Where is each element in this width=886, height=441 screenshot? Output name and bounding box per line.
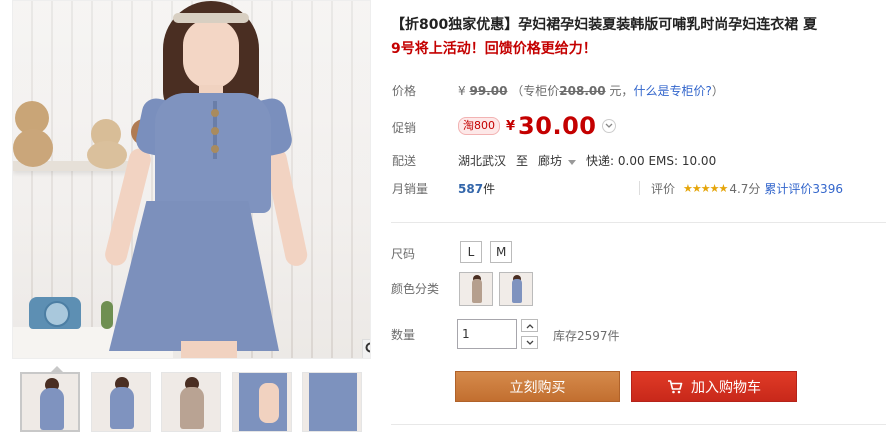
thumb-model-dress [110, 387, 134, 429]
dress-button [211, 127, 219, 135]
teddy-bear-body [87, 141, 127, 169]
thumb-model-dress [180, 387, 204, 429]
model-headband [173, 13, 249, 23]
price-label: 价格 [392, 84, 417, 98]
cart-icon [668, 379, 683, 393]
product-subtitle: 9号将上活动！回馈价格更给力！ [391, 41, 597, 57]
promo-currency: ¥ [506, 118, 516, 134]
shipping-fee: 快递: 0.00 EMS: 10.00 [586, 154, 717, 168]
thumbnail-strip [12, 366, 372, 436]
teddy-bear-body [13, 129, 53, 167]
buy-now-label: 立刻购买 [509, 379, 566, 396]
main-product-image[interactable] [12, 0, 371, 359]
quantity-decrease-button[interactable] [521, 336, 538, 349]
chevron-up-icon [526, 323, 533, 328]
ship-from: 湖北武汉 [458, 154, 507, 168]
quantity-input[interactable] [457, 319, 517, 349]
review-label: 评价 [651, 182, 676, 196]
counter-price: 208.00 [559, 84, 606, 98]
divider-vertical [639, 181, 640, 195]
size-option-l[interactable]: L [460, 241, 482, 263]
potted-plant [101, 301, 113, 329]
model-face [183, 19, 239, 89]
dress-button [211, 145, 219, 153]
ship-destination-select[interactable]: 廊坊 [538, 152, 577, 169]
review-summary: 评价 ★★★★★ 4.7分 累计评价3396 [651, 180, 843, 197]
chevron-down-icon [526, 340, 533, 345]
telephone-dial [44, 301, 70, 327]
color-label: 颜色分类 [391, 282, 440, 296]
quantity-increase-button[interactable] [521, 319, 538, 332]
sales-unit: 件 [483, 182, 496, 196]
monthly-sales: 587件 [458, 180, 495, 197]
section-divider [391, 424, 886, 425]
size-label: 尺码 [391, 247, 416, 261]
buy-now-button[interactable]: 立刻购买 [455, 371, 620, 402]
total-reviews-link[interactable]: 累计评价3396 [764, 180, 843, 197]
sales-count: 587 [458, 182, 484, 196]
chevron-down-icon [606, 123, 613, 128]
zoom-button[interactable] [362, 339, 370, 358]
sales-label: 月销量 [392, 182, 429, 196]
size-option-m[interactable]: M [490, 241, 513, 263]
ship-to-word: 至 [516, 154, 529, 168]
star-rating-icon: ★★★★★ [683, 182, 728, 195]
thumbnail-2[interactable] [91, 372, 151, 432]
thumbnail-3[interactable] [161, 372, 221, 432]
swatch-dress [472, 279, 482, 303]
thumb-dress-closeup [309, 373, 357, 431]
swatch-dress [512, 279, 522, 303]
thumbnail-5[interactable] [302, 372, 362, 432]
add-to-cart-label: 加入购物车 [691, 379, 761, 396]
color-option-blue[interactable] [499, 272, 533, 306]
model-legs [181, 341, 237, 358]
add-to-cart-button[interactable]: 加入购物车 [631, 371, 797, 402]
stock-count: 库存2597件 [553, 329, 620, 343]
counter-price-help-link[interactable]: 什么是专柜价? [633, 84, 711, 98]
section-divider [391, 222, 886, 223]
original-price-row: ¥ 99.00 （专柜价208.00 元，什么是专柜价?） [458, 82, 724, 99]
product-title: 【折800独家优惠】孕妇裙孕妇装夏装韩版可哺乳时尚孕妇连衣裙 夏 [391, 17, 818, 33]
quantity-label: 数量 [391, 328, 416, 342]
price-panel: 价格 ¥ 99.00 （专柜价208.00 元，什么是专柜价?） 促销 淘800… [381, 68, 886, 220]
counter-price-close: ） [711, 84, 724, 98]
promo-badge: 淘800 [458, 117, 500, 135]
promo-label: 促销 [392, 121, 417, 135]
thumbnail-1[interactable] [20, 372, 80, 432]
currency-symbol: ¥ [458, 84, 466, 98]
shipping-label: 配送 [392, 154, 417, 168]
shipping-row: 湖北武汉 至 廊坊 快递: 0.00 EMS: 10.00 [458, 152, 716, 169]
thumb-model-dress [40, 388, 64, 430]
promo-price: 30.00 [518, 112, 597, 140]
color-option-beige[interactable] [459, 272, 493, 306]
promo-price-row: 淘800 ¥ 30.00 [458, 112, 617, 140]
ship-destination: 廊坊 [538, 154, 563, 168]
magnifier-icon [365, 342, 370, 353]
dropdown-triangle-icon [568, 160, 577, 165]
thumb-skin [259, 383, 279, 423]
review-score: 4.7分 [729, 182, 761, 196]
counter-price-suffix: 元， [609, 84, 634, 98]
dress-button [211, 109, 219, 117]
original-price: 99.00 [469, 84, 508, 98]
thumbnail-4[interactable] [232, 372, 292, 432]
counter-price-prefix: （专柜价 [511, 84, 560, 98]
promo-dropdown[interactable] [602, 119, 617, 133]
